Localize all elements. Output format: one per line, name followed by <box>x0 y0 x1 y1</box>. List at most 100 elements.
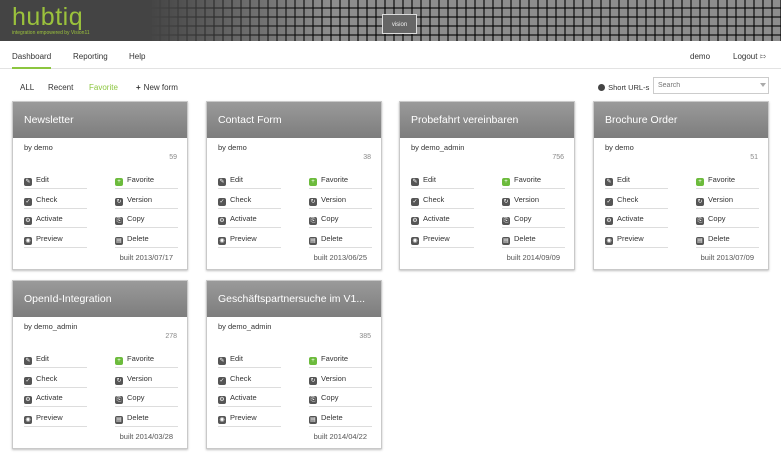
edit-button[interactable]: ✎ Edit <box>24 349 87 368</box>
delete-button[interactable]: ▤ Delete <box>115 408 178 427</box>
card-title[interactable]: Contact Form <box>207 102 381 138</box>
preview-button[interactable]: ◉ Preview <box>218 229 281 248</box>
favorite-button[interactable]: + Favorite <box>115 349 178 368</box>
card-title[interactable]: Geschäftspartnersuche im V1... <box>207 281 381 317</box>
activate-button[interactable]: ⚙ Activate <box>24 388 87 407</box>
version-button[interactable]: ↻ Version <box>696 190 759 209</box>
activate-button[interactable]: ⚙ Activate <box>218 388 281 407</box>
version-button[interactable]: ↻ Version <box>115 369 178 388</box>
version-button[interactable]: ↻ Version <box>115 190 178 209</box>
edit-label: Edit <box>230 175 243 184</box>
activate-button[interactable]: ⚙ Activate <box>605 209 668 228</box>
favorite-button[interactable]: + Favorite <box>502 170 565 189</box>
preview-label: Preview <box>36 412 63 422</box>
favorite-label: Favorite <box>321 354 349 363</box>
card-title[interactable]: OpenId-Integration <box>13 281 187 317</box>
version-icon: ↻ <box>115 197 123 206</box>
card-submission-count: 756 <box>552 154 564 161</box>
edit-icon: ✎ <box>411 178 419 186</box>
delete-button[interactable]: ▤ Delete <box>309 229 372 248</box>
delete-button[interactable]: ▤ Delete <box>115 229 178 248</box>
copy-button[interactable]: ⎘ Copy <box>115 388 178 407</box>
edit-button[interactable]: ✎ Edit <box>218 349 281 368</box>
copy-button[interactable]: ⎘ Copy <box>696 209 759 228</box>
delete-button[interactable]: ▤ Delete <box>502 229 565 248</box>
filter-recent[interactable]: Recent <box>48 83 73 92</box>
activate-button[interactable]: ⚙ Activate <box>24 209 87 228</box>
copy-label: Copy <box>127 393 145 402</box>
card-built-date: built 2013/06/25 <box>313 253 367 262</box>
form-card: Contact Form by demo 38 ✎ Edit ✓ Check ⚙ Activat… <box>206 101 382 270</box>
preview-button[interactable]: ◉ Preview <box>24 408 87 427</box>
copy-icon: ⎘ <box>696 217 704 225</box>
tab-dashboard[interactable]: Dashboard <box>12 52 52 69</box>
card-built-date: built 2014/03/28 <box>119 432 173 441</box>
card-title[interactable]: Brochure Order <box>594 102 768 138</box>
new-form-button[interactable]: + New form <box>136 83 178 92</box>
tab-help[interactable]: Help <box>129 52 145 61</box>
delete-label: Delete <box>127 412 149 422</box>
toolbar: ALL Recent Favorite + New form Short URL-… <box>0 75 781 99</box>
version-button[interactable]: ↻ Version <box>502 190 565 209</box>
check-button[interactable]: ✓ Check <box>24 190 87 209</box>
copy-icon: ⎘ <box>309 396 317 404</box>
tab-reporting[interactable]: Reporting <box>73 52 108 61</box>
search-input[interactable] <box>653 77 769 94</box>
copy-label: Copy <box>321 393 339 402</box>
card-title[interactable]: Probefahrt vereinbaren <box>400 102 574 138</box>
check-button[interactable]: ✓ Check <box>24 369 87 388</box>
copy-button[interactable]: ⎘ Copy <box>502 209 565 228</box>
activate-label: Activate <box>36 393 63 402</box>
edit-button[interactable]: ✎ Edit <box>411 170 474 189</box>
delete-button[interactable]: ▤ Delete <box>309 408 372 427</box>
favorite-button[interactable]: + Favorite <box>696 170 759 189</box>
edit-button[interactable]: ✎ Edit <box>218 170 281 189</box>
check-button[interactable]: ✓ Check <box>218 369 281 388</box>
preview-button[interactable]: ◉ Preview <box>605 229 668 248</box>
activate-label: Activate <box>617 214 644 223</box>
check-label: Check <box>36 194 58 204</box>
check-icon: ✓ <box>605 197 613 206</box>
version-button[interactable]: ↻ Version <box>309 369 372 388</box>
form-card: Geschäftspartnersuche im V1... by demo_ad… <box>206 280 382 449</box>
edit-button[interactable]: ✎ Edit <box>605 170 668 189</box>
delete-icon: ▤ <box>696 236 704 245</box>
delete-icon: ▤ <box>309 236 317 245</box>
preview-button[interactable]: ◉ Preview <box>411 229 474 248</box>
copy-button[interactable]: ⎘ Copy <box>309 388 372 407</box>
preview-icon: ◉ <box>218 415 226 424</box>
favorite-button[interactable]: + Favorite <box>115 170 178 189</box>
copy-label: Copy <box>127 214 145 223</box>
activate-button[interactable]: ⚙ Activate <box>218 209 281 228</box>
preview-button[interactable]: ◉ Preview <box>24 229 87 248</box>
favorite-button[interactable]: + Favorite <box>309 349 372 368</box>
favorite-button[interactable]: + Favorite <box>309 170 372 189</box>
activate-icon: ⚙ <box>218 396 226 404</box>
filter-all[interactable]: ALL <box>20 83 34 92</box>
chevron-down-icon[interactable] <box>760 83 766 87</box>
delete-label: Delete <box>127 233 149 243</box>
edit-button[interactable]: ✎ Edit <box>24 170 87 189</box>
activate-button[interactable]: ⚙ Activate <box>411 209 474 228</box>
logout-link[interactable]: Logout ⇰ <box>733 52 766 61</box>
card-author: by demo_admin <box>218 322 272 331</box>
check-button[interactable]: ✓ Check <box>218 190 281 209</box>
copy-icon: ⎘ <box>115 396 123 404</box>
version-button[interactable]: ↻ Version <box>309 190 372 209</box>
delete-button[interactable]: ▤ Delete <box>696 229 759 248</box>
form-card: Newsletter by demo 59 ✎ Edit ✓ Check ⚙ Activate ◉… <box>12 101 188 270</box>
check-label: Check <box>423 194 445 204</box>
user-name[interactable]: demo <box>690 52 710 61</box>
preview-button[interactable]: ◉ Preview <box>218 408 281 427</box>
card-title[interactable]: Newsletter <box>13 102 187 138</box>
favorite-label: Favorite <box>708 175 736 184</box>
copy-button[interactable]: ⎘ Copy <box>115 209 178 228</box>
activate-label: Activate <box>36 214 63 223</box>
short-urls-link[interactable]: Short URL-s <box>598 83 649 92</box>
app-logo[interactable]: hubtiq <box>12 3 83 32</box>
filter-favorite[interactable]: Favorite <box>89 83 118 92</box>
check-button[interactable]: ✓ Check <box>411 190 474 209</box>
copy-button[interactable]: ⎘ Copy <box>309 209 372 228</box>
plus-icon: + <box>136 83 141 92</box>
check-button[interactable]: ✓ Check <box>605 190 668 209</box>
